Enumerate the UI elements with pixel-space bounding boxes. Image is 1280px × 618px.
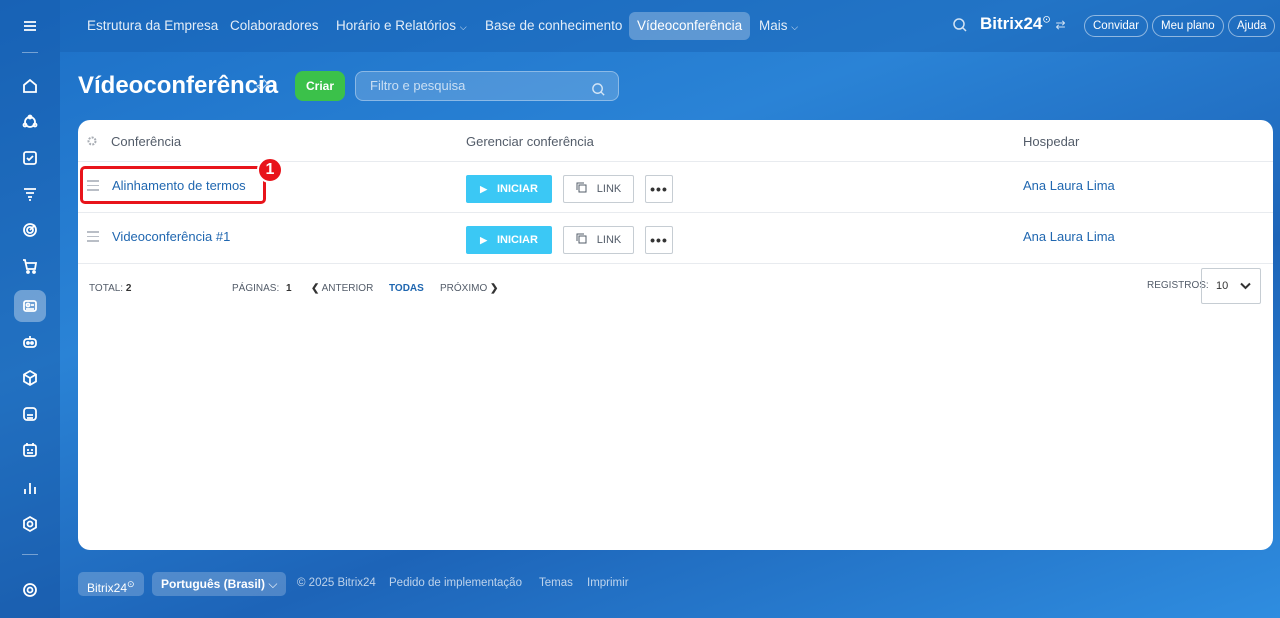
invite-button[interactable]: Convidar bbox=[1084, 15, 1149, 37]
crm-funnel-icon[interactable] bbox=[14, 178, 46, 210]
start-label: INICIAR bbox=[496, 183, 538, 195]
records-label: REGISTROS: bbox=[1147, 280, 1209, 291]
host-link[interactable]: Ana Laura Lima bbox=[1023, 229, 1115, 244]
nav-item-more[interactable]: Mais ⌵ bbox=[751, 12, 806, 40]
tasks-icon[interactable] bbox=[14, 142, 46, 174]
footer-bitrix24-button[interactable]: Bitrix24⊙ bbox=[78, 572, 144, 596]
box-icon[interactable] bbox=[14, 362, 46, 394]
chevron-down-icon bbox=[1240, 282, 1251, 290]
records-per-page-select[interactable]: 10 bbox=[1201, 268, 1261, 304]
copy-link-button[interactable]: LINK bbox=[563, 226, 634, 254]
start-button[interactable]: ▶ INICIAR bbox=[466, 175, 552, 203]
conference-table-card: Conferência Gerenciar conferência Hosped… bbox=[78, 120, 1273, 550]
column-header-manage[interactable]: Gerenciar conferência bbox=[466, 134, 594, 149]
nav-item-employees[interactable]: Colaboradores bbox=[222, 12, 327, 40]
play-icon: ▶ bbox=[480, 234, 487, 245]
calendar-icon[interactable] bbox=[14, 434, 46, 466]
link-label: LINK bbox=[596, 234, 622, 246]
drag-handle-icon[interactable] bbox=[87, 231, 99, 245]
analytics-icon[interactable] bbox=[14, 472, 46, 504]
pagination-bar: TOTAL: 2 PÁGINAS: 1 ❮ ANTERIOR TODAS PRÓ… bbox=[78, 263, 1273, 303]
start-label: INICIAR bbox=[496, 234, 538, 246]
cart-icon[interactable] bbox=[14, 250, 46, 282]
chevron-down-icon: ⌵ bbox=[268, 577, 278, 591]
left-sidebar bbox=[0, 0, 60, 618]
language-select[interactable]: Português (Brasil) ⌵ bbox=[152, 572, 287, 596]
search-icon[interactable] bbox=[591, 79, 606, 107]
nav-item-knowledge-base[interactable]: Base de conhecimento bbox=[477, 12, 630, 40]
toggle-icon[interactable]: ⇄ bbox=[1056, 18, 1066, 32]
start-button[interactable]: ▶ INICIAR bbox=[466, 226, 552, 254]
total-count: TOTAL: 2 bbox=[89, 283, 132, 294]
link-label: LINK bbox=[596, 183, 622, 195]
play-icon: ▶ bbox=[480, 183, 487, 194]
page-title: Vídeoconferência bbox=[78, 72, 279, 99]
hexagon-icon[interactable] bbox=[14, 508, 46, 540]
gear-icon[interactable] bbox=[86, 134, 98, 152]
copy-icon bbox=[576, 233, 587, 247]
column-header-host[interactable]: Hospedar bbox=[1023, 134, 1079, 149]
filter-placeholder: Filtro e pesquisa bbox=[370, 78, 466, 93]
sidebar-divider bbox=[22, 52, 38, 53]
robot-icon[interactable] bbox=[14, 326, 46, 358]
warehouse-icon[interactable] bbox=[14, 398, 46, 430]
chevron-right-icon: ❯ bbox=[490, 283, 499, 294]
themes-link[interactable]: Temas bbox=[539, 577, 573, 589]
filter-search-input[interactable]: Filtro e pesquisa bbox=[355, 71, 619, 101]
annotation-badge: 1 bbox=[257, 157, 283, 183]
target-icon[interactable] bbox=[14, 214, 46, 246]
chevron-left-icon: ❮ bbox=[311, 283, 320, 294]
all-pages-button[interactable]: TODAS bbox=[389, 283, 424, 294]
settings-icon[interactable] bbox=[14, 574, 46, 606]
nav-item-videoconference[interactable]: Vídeoconferência bbox=[629, 12, 751, 40]
clock-icon: ⊙ bbox=[1042, 14, 1051, 26]
menu-icon[interactable] bbox=[14, 10, 46, 42]
table-row: Alinhamento de termos ▶ INICIAR LINK •••… bbox=[78, 157, 1273, 213]
my-plan-button[interactable]: Meu plano bbox=[1152, 15, 1224, 37]
table-row: Videoconferência #1 ▶ INICIAR LINK ••• A… bbox=[78, 213, 1273, 264]
top-navigation: Estrutura da Empresa Colaboradores Horár… bbox=[60, 0, 1280, 52]
copy-link-button[interactable]: LINK bbox=[563, 175, 634, 203]
column-header-conference[interactable]: Conferência bbox=[111, 134, 181, 149]
chevron-down-icon: ⌵ bbox=[459, 22, 467, 32]
nav-item-label: Mais bbox=[759, 18, 788, 33]
next-page-button[interactable]: PRÓXIMO ❯ bbox=[440, 283, 498, 294]
home-icon[interactable] bbox=[14, 70, 46, 102]
chevron-down-icon: ⌵ bbox=[791, 22, 799, 32]
videoconference-icon[interactable] bbox=[14, 290, 46, 322]
help-button[interactable]: Ajuda bbox=[1228, 15, 1276, 37]
host-link[interactable]: Ana Laura Lima bbox=[1023, 178, 1115, 193]
table-header: Conferência Gerenciar conferência Hosped… bbox=[78, 120, 1273, 162]
nav-item-time-reports[interactable]: Horário e Relatórios ⌵ bbox=[328, 12, 475, 40]
clock-icon: ⊙ bbox=[127, 579, 135, 589]
pin-icon[interactable] bbox=[255, 78, 270, 97]
more-actions-button[interactable]: ••• bbox=[645, 226, 673, 254]
sidebar-divider bbox=[22, 554, 38, 555]
annotation-highlight-box: 1 bbox=[80, 157, 283, 204]
conference-name-link[interactable]: Videoconferência #1 bbox=[112, 229, 230, 244]
feed-icon[interactable] bbox=[14, 106, 46, 138]
copyright-text: © 2025 Bitrix24 bbox=[297, 577, 376, 589]
create-button[interactable]: Criar bbox=[295, 71, 345, 101]
implementation-request-link[interactable]: Pedido de implementação bbox=[389, 577, 522, 589]
more-actions-button[interactable]: ••• bbox=[645, 175, 673, 203]
nav-item-company-structure[interactable]: Estrutura da Empresa bbox=[79, 12, 226, 40]
search-icon[interactable] bbox=[952, 17, 968, 38]
records-value: 10 bbox=[1216, 280, 1229, 292]
copy-icon bbox=[576, 182, 587, 196]
nav-item-label: Horário e Relatórios bbox=[336, 18, 457, 33]
pages-count: PÁGINAS: 1 bbox=[232, 283, 292, 294]
print-link[interactable]: Imprimir bbox=[587, 577, 629, 589]
bitrix24-logo: Bitrix24⊙ ⇄ bbox=[980, 14, 1066, 33]
previous-page-button[interactable]: ❮ ANTERIOR bbox=[311, 283, 373, 294]
